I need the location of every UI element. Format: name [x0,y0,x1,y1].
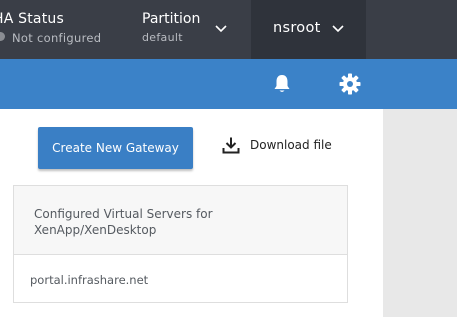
download-icon [222,137,240,154]
user-menu[interactable]: nsroot [251,0,366,59]
virtual-server-name: portal.infrashare.net [30,273,149,287]
ha-status-title: HA Status [0,11,64,27]
virtual-servers-title: Configured Virtual Servers for XenApp/Xe… [34,207,213,237]
virtual-servers-header: Configured Virtual Servers for XenApp/Xe… [13,185,348,255]
ha-status-value: Not configured [12,31,102,45]
partition-value: default [142,31,183,44]
top-navigation-bar: HA Status Not configured Partition defau… [0,0,457,59]
create-new-gateway-button[interactable]: Create New Gateway [38,127,193,169]
partition-selector[interactable]: Partition default [130,0,247,59]
chevron-down-icon [215,25,227,33]
username: nsroot [273,20,321,36]
chevron-down-icon [332,25,344,33]
status-dot-icon [0,32,5,41]
main-panel: Create New Gateway Download file Configu… [0,109,383,317]
gear-icon[interactable] [338,72,362,96]
download-file-label: Download file [250,138,332,152]
partition-title: Partition [142,11,201,27]
bell-icon[interactable] [270,72,294,96]
list-item[interactable]: portal.infrashare.net [13,255,348,303]
download-file-link[interactable]: Download file [222,135,332,155]
ha-status[interactable]: HA Status Not configured [0,11,125,51]
header-toolbar [0,59,457,109]
